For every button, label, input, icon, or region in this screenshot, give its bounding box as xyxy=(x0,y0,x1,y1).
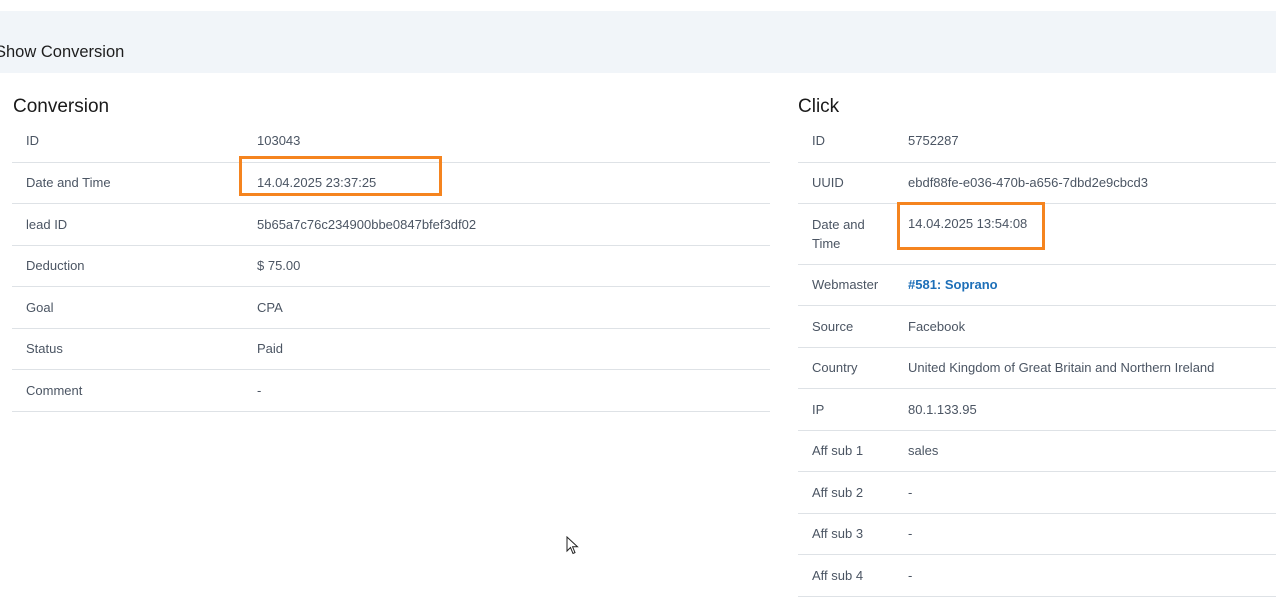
field-value: 80.1.133.95 xyxy=(894,388,1276,431)
conversion-row-date: Date and Time 14.04.2025 23:37:25 xyxy=(12,162,770,204)
webmaster-link[interactable]: #581: Soprano xyxy=(908,277,998,292)
field-value: sales xyxy=(894,430,1276,472)
click-row-aff-sub-1: Aff sub 1 sales xyxy=(798,430,1276,472)
field-label: Webmaster xyxy=(798,264,894,306)
top-strip xyxy=(0,0,1276,11)
field-label: Date and Time xyxy=(12,162,243,204)
mouse-cursor-icon xyxy=(566,536,579,555)
click-row-aff-sub-4: Aff sub 4 - xyxy=(798,554,1276,597)
field-label: Country xyxy=(798,347,894,389)
field-label: Goal xyxy=(12,286,243,329)
field-label: Aff sub 2 xyxy=(798,471,894,514)
field-label: Aff sub 1 xyxy=(798,430,894,472)
click-row-aff-sub-3: Aff sub 3 - xyxy=(798,513,1276,555)
field-value: Paid xyxy=(243,328,770,370)
conversion-section-title: Conversion xyxy=(13,96,110,117)
conversion-row-comment: Comment - xyxy=(12,369,770,412)
page-title: Show Conversion xyxy=(0,43,125,61)
page-header xyxy=(0,11,1276,73)
field-value: 14.04.2025 13:54:08 xyxy=(894,203,1276,265)
click-row-aff-sub-2: Aff sub 2 - xyxy=(798,471,1276,514)
click-row-id: ID 5752287 xyxy=(798,120,1276,163)
conversion-row-deduction: Deduction $ 75.00 xyxy=(12,245,770,287)
conversion-row-lead-id: lead ID 5b65a7c76c234900bbe0847bfef3df02 xyxy=(12,203,770,246)
field-value: - xyxy=(894,513,1276,555)
field-label: Deduction xyxy=(12,245,243,287)
field-value: 5b65a7c76c234900bbe0847bfef3df02 xyxy=(243,203,770,246)
field-value: - xyxy=(894,554,1276,597)
field-value: CPA xyxy=(243,286,770,329)
field-value: 14.04.2025 23:37:25 xyxy=(243,162,770,204)
field-value: 5752287 xyxy=(894,120,1276,163)
field-label: Aff sub 3 xyxy=(798,513,894,555)
conversion-row-id: ID 103043 xyxy=(12,120,770,163)
field-value: 103043 xyxy=(243,120,770,163)
click-row-uuid: UUID ebdf88fe-e036-470b-a656-7dbd2e9cbcd… xyxy=(798,162,1276,204)
click-table: ID 5752287 UUID ebdf88fe-e036-470b-a656-… xyxy=(798,120,1276,597)
click-row-ip: IP 80.1.133.95 xyxy=(798,388,1276,431)
field-value: Facebook xyxy=(894,305,1276,348)
click-row-date: Date and Time 14.04.2025 13:54:08 xyxy=(798,203,1276,265)
field-value: - xyxy=(894,471,1276,514)
click-row-source: Source Facebook xyxy=(798,305,1276,348)
conversion-row-status: Status Paid xyxy=(12,328,770,370)
field-value: $ 75.00 xyxy=(243,245,770,287)
field-label: ID xyxy=(12,120,243,163)
field-label: Source xyxy=(798,305,894,348)
field-label: lead ID xyxy=(12,203,243,246)
field-label: UUID xyxy=(798,162,894,204)
field-label: Date and Time xyxy=(798,203,894,265)
click-row-webmaster: Webmaster #581: Soprano xyxy=(798,264,1276,306)
field-label: IP xyxy=(798,388,894,431)
conversion-row-goal: Goal CPA xyxy=(12,286,770,329)
field-value: ebdf88fe-e036-470b-a656-7dbd2e9cbcd3 xyxy=(894,162,1276,204)
click-section-title: Click xyxy=(798,96,840,117)
field-label: ID xyxy=(798,120,894,163)
field-value: United Kingdom of Great Britain and Nort… xyxy=(894,347,1276,389)
field-label: Aff sub 4 xyxy=(798,554,894,597)
conversion-table: ID 103043 Date and Time 14.04.2025 23:37… xyxy=(12,120,770,412)
field-label: Status xyxy=(12,328,243,370)
click-row-country: Country United Kingdom of Great Britain … xyxy=(798,347,1276,389)
field-value: - xyxy=(243,369,770,412)
field-value: #581: Soprano xyxy=(894,264,1276,306)
field-label: Comment xyxy=(12,369,243,412)
